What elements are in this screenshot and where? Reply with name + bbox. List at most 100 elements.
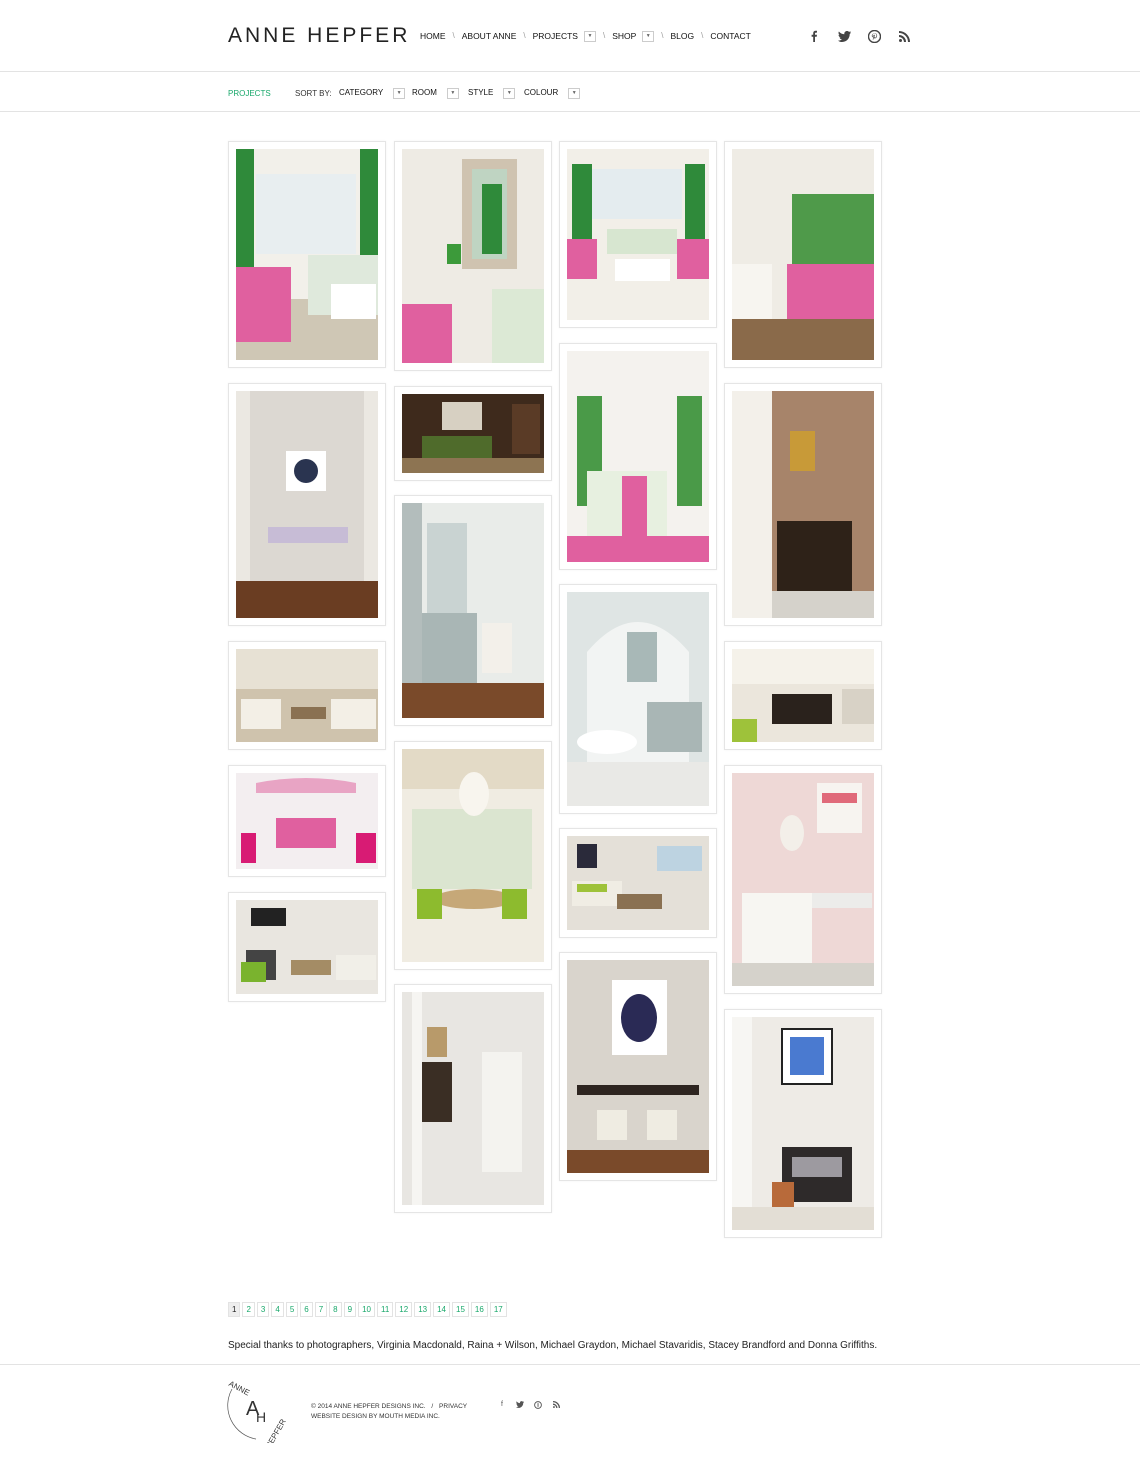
filter-style-label: STYLE	[468, 88, 494, 97]
project-thumbnail[interactable]	[559, 952, 717, 1181]
nav-projects[interactable]: PROJECTS	[533, 31, 578, 41]
project-thumbnail[interactable]	[228, 765, 386, 877]
chevron-down-icon[interactable]: ▼	[503, 88, 516, 99]
filter-category[interactable]: CATEGORY ▼	[339, 87, 406, 99]
great-room-photo	[236, 900, 378, 994]
project-thumbnail[interactable]	[228, 141, 386, 368]
pinterest-icon[interactable]	[534, 1401, 542, 1411]
project-thumbnail[interactable]	[394, 495, 552, 726]
page-link[interactable]: 14	[433, 1302, 451, 1317]
project-thumbnail[interactable]	[724, 765, 882, 994]
projects-dropdown-icon[interactable]: ▼	[583, 31, 596, 42]
page-link[interactable]: 6	[300, 1302, 313, 1317]
pagination: 1 2 3 4 5 6 7 8 9 10 11 12 13 14 15 16 1…	[228, 1302, 507, 1317]
project-thumbnail[interactable]	[394, 386, 552, 481]
chevron-down-icon[interactable]: ▼	[568, 88, 581, 99]
nav-separator: \	[602, 31, 606, 40]
girls-bedroom-photo	[236, 773, 378, 869]
page-link-current[interactable]: 1	[228, 1302, 241, 1317]
page-link[interactable]: 7	[314, 1302, 328, 1317]
sort-bar: PROJECTS SORT BY: CATEGORY ▼ ROOM ▼ STYLE ▼…	[0, 73, 1140, 112]
dining-room-photo	[402, 749, 544, 962]
rss-icon[interactable]	[896, 28, 912, 44]
project-thumbnail[interactable]	[228, 383, 386, 626]
pinterest-icon[interactable]	[866, 28, 882, 44]
kitchen-photo	[732, 649, 874, 742]
site-logo[interactable]: ANNE HEPFER	[228, 24, 410, 48]
sort-by-label: SORT BY:	[295, 89, 332, 98]
footer-logo-h: H	[256, 1409, 266, 1425]
project-thumbnail[interactable]	[559, 828, 717, 938]
master-bath-photo	[567, 592, 709, 806]
page-link[interactable]: 3	[256, 1302, 270, 1317]
rss-icon[interactable]	[552, 1401, 560, 1411]
powder-room-photo	[732, 391, 874, 618]
site-credit: WEBSITE DESIGN BY MOUTH MEDIA INC.	[311, 1413, 440, 1420]
twitter-icon[interactable]	[516, 1401, 524, 1411]
nav-contact[interactable]: CONTACT	[710, 31, 750, 41]
facebook-icon[interactable]	[806, 28, 822, 44]
page-link[interactable]: 8	[329, 1302, 342, 1317]
main-nav: HOME \ ABOUT ANNE \ PROJECTS ▼ \ SHOP ▼ …	[420, 30, 751, 42]
dressing-room-photo	[402, 503, 544, 718]
nav-separator: \	[661, 31, 664, 40]
reading-nook-photo	[732, 1017, 874, 1230]
site-footer: ANNE A H HEPFER © 2014 ANNE HEPFER DESIG…	[0, 1364, 1140, 1470]
footer-line-1: © 2014 ANNE HEPFER DESIGNS INC. / PRIVAC…	[311, 1402, 467, 1412]
project-thumbnail[interactable]	[724, 141, 882, 368]
chevron-down-icon[interactable]: ▼	[446, 88, 459, 99]
page-link[interactable]: 16	[470, 1302, 488, 1317]
page-link[interactable]: 13	[414, 1302, 432, 1317]
nav-separator: \	[701, 31, 704, 40]
project-thumbnail[interactable]	[559, 141, 717, 328]
chevron-down-icon[interactable]: ▼	[393, 88, 406, 99]
nav-home[interactable]: HOME	[420, 31, 446, 41]
project-thumbnail[interactable]	[394, 984, 552, 1213]
nav-shop[interactable]: SHOP	[612, 31, 636, 41]
page-link[interactable]: 4	[271, 1302, 284, 1317]
filter-colour[interactable]: COLOUR ▼	[524, 87, 581, 99]
nav-about-anne[interactable]: ABOUT ANNE	[462, 31, 517, 41]
privacy-link[interactable]: PRIVACY	[439, 1403, 467, 1410]
footer-logo[interactable]: ANNE A H HEPFER	[226, 1377, 292, 1450]
footer-separator: /	[431, 1403, 434, 1410]
page-link[interactable]: 15	[452, 1302, 469, 1317]
project-thumbnail[interactable]	[228, 641, 386, 750]
console-vignette-photo	[567, 960, 709, 1173]
foyer-photo	[402, 992, 544, 1205]
nav-separator: \	[452, 31, 455, 40]
project-thumbnail[interactable]	[559, 343, 717, 570]
family-room-photo	[236, 649, 378, 742]
copyright: © 2014 ANNE HEPFER DESIGNS INC.	[311, 1403, 426, 1410]
project-thumbnail[interactable]	[228, 892, 386, 1002]
facebook-icon[interactable]: f	[498, 1401, 506, 1411]
filter-room[interactable]: ROOM ▼	[412, 87, 459, 99]
nav-separator: \	[523, 31, 526, 40]
social-links	[806, 28, 912, 44]
entry-mirror-photo	[402, 149, 544, 363]
nav-blog[interactable]: BLOG	[671, 31, 695, 41]
filter-colour-label: COLOUR	[524, 88, 559, 97]
filter-style[interactable]: STYLE ▼	[468, 87, 516, 99]
project-thumbnail[interactable]	[559, 584, 717, 814]
project-thumbnail[interactable]	[394, 741, 552, 970]
breadcrumb-projects[interactable]: PROJECTS	[228, 89, 271, 98]
page-link[interactable]: 12	[395, 1302, 413, 1317]
project-thumbnail[interactable]	[724, 1009, 882, 1238]
project-thumbnail[interactable]	[724, 641, 882, 750]
page-link[interactable]: 10	[358, 1302, 375, 1317]
page-link[interactable]: 17	[489, 1302, 507, 1317]
project-thumbnail[interactable]	[724, 383, 882, 626]
footer-logo-bottom: HEPFER	[264, 1417, 288, 1443]
sunroom-photo	[567, 149, 709, 320]
guest-bedroom-photo	[732, 149, 874, 360]
page-link[interactable]: 2	[242, 1302, 255, 1317]
shop-dropdown-icon[interactable]: ▼	[642, 31, 655, 42]
page-link[interactable]: 9	[343, 1302, 357, 1317]
footer-social-links: f	[498, 1401, 560, 1411]
twitter-icon[interactable]	[836, 28, 852, 44]
page-link[interactable]: 11	[376, 1302, 394, 1317]
page-link[interactable]: 5	[285, 1302, 299, 1317]
project-thumbnail[interactable]	[394, 141, 552, 371]
vanity-photo	[732, 773, 874, 986]
